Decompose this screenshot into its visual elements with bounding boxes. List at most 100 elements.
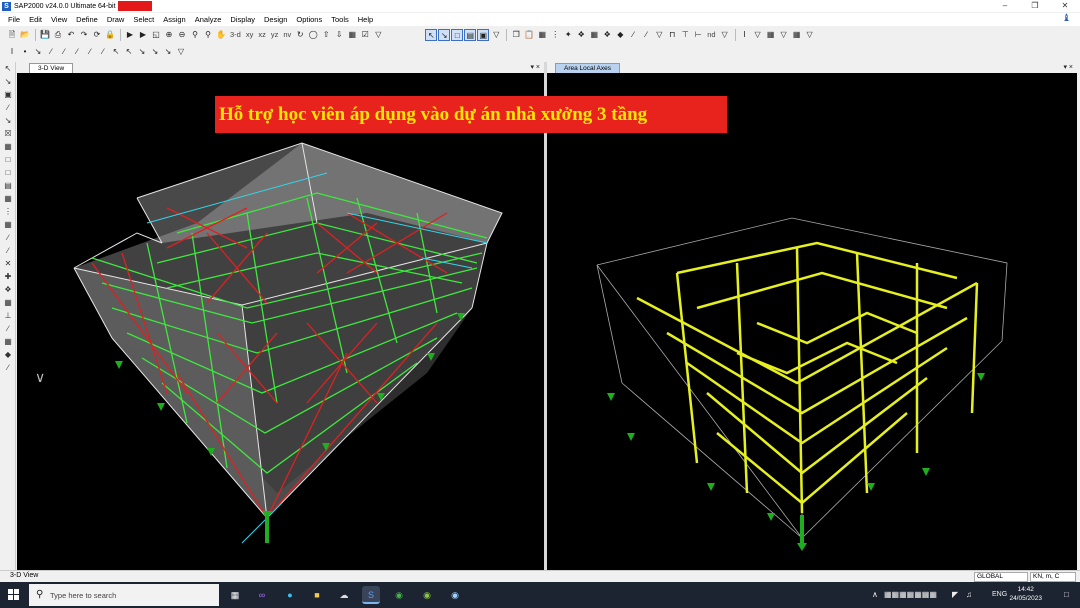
paste-icon[interactable]: 📋 — [523, 29, 535, 41]
menu-display[interactable]: Display — [230, 15, 255, 24]
snap-to-ends-icon[interactable]: ❖ — [2, 284, 14, 296]
display-grid-icon[interactable]: ▦ — [765, 29, 777, 41]
draw-cable-icon[interactable]: ∕ — [58, 46, 70, 58]
previous-selection-icon[interactable]: ↘ — [162, 46, 174, 58]
zalo-icon[interactable]: ◉ — [446, 586, 464, 604]
zoom-in-icon[interactable]: ⊕ — [163, 29, 175, 41]
menu-define[interactable]: Define — [76, 15, 98, 24]
save-icon[interactable]: 💾 — [39, 29, 51, 41]
language-indicator[interactable]: ENG — [992, 582, 1007, 608]
draw-rect-area-icon[interactable]: □ — [2, 167, 14, 179]
chevron-left-icon[interactable]: ∨ — [35, 369, 45, 386]
view-yz-button[interactable]: yz — [269, 29, 281, 41]
grid-icon[interactable]: ▦ — [588, 29, 600, 41]
align-icon[interactable]: ⋮ — [549, 29, 561, 41]
tray-app-icons[interactable]: ▦▦▦▦▦▦▦ — [884, 582, 937, 608]
select-pointer-icon[interactable]: ↖ — [425, 28, 438, 41]
run-now-icon[interactable]: ▶ — [137, 29, 149, 41]
undo-icon[interactable]: ↶ — [65, 29, 77, 41]
select-all-tool-icon[interactable]: ▦ — [2, 219, 14, 231]
quick-draw-icon[interactable]: ▤ — [464, 28, 477, 41]
taskbar-search-box[interactable]: ⚲ Type here to search — [29, 584, 219, 606]
draw-joint-icon[interactable]: ▣ — [2, 89, 14, 101]
lock-icon[interactable]: 🔒 — [104, 29, 116, 41]
reshaper-icon[interactable]: ↘ — [2, 76, 14, 88]
view-xy-button[interactable]: xy — [244, 29, 256, 41]
zoom-previous-icon[interactable]: ⚲ — [202, 29, 214, 41]
close-button[interactable]: ✕ — [1050, 0, 1080, 12]
menu-file[interactable]: File — [8, 15, 20, 24]
left-pane-controls[interactable]: ▾ × — [530, 62, 540, 73]
snap-icon[interactable]: ❖ — [601, 29, 613, 41]
wifi-icon[interactable]: ◤ — [952, 582, 958, 608]
select-all-icon[interactable]: ↘ — [136, 46, 148, 58]
view-xz-button[interactable]: xz — [256, 29, 268, 41]
draw-bracing-tool-icon[interactable]: ↘ — [2, 115, 14, 127]
up-one-level-icon[interactable]: ⇧ — [320, 29, 332, 41]
zoom-fit-icon[interactable]: ⚲ — [189, 29, 201, 41]
new-model-icon[interactable]: 🗎 — [6, 29, 18, 41]
notification-icon[interactable]: □ — [1064, 582, 1069, 608]
snap-to-points-icon[interactable]: ✚ — [2, 271, 14, 283]
draw-frame-tool-icon[interactable]: ∕ — [2, 102, 14, 114]
menu-options[interactable]: Options — [296, 15, 322, 24]
windows-start-icon[interactable] — [8, 589, 20, 601]
split-icon[interactable]: ❖ — [575, 29, 587, 41]
draw-brace-icon[interactable]: ↘ — [32, 46, 44, 58]
snap-perpendicular-icon[interactable]: ⊥ — [2, 310, 14, 322]
tab-area-local-axes[interactable]: Area Local Axes — [555, 63, 620, 73]
snap-more-icon[interactable]: ∕ — [2, 362, 14, 374]
zoom-out-icon[interactable]: ⊖ — [176, 29, 188, 41]
layout-dropdown[interactable]: ▽ — [804, 29, 816, 41]
view-nv-button[interactable]: nv — [281, 29, 293, 41]
file-explorer-icon[interactable]: ■ — [308, 586, 326, 604]
task-view-icon[interactable]: ▦ — [226, 586, 244, 604]
visual-studio-icon[interactable]: ∞ — [253, 586, 271, 604]
text-cursor-icon[interactable]: I — [739, 29, 751, 41]
intersecting-line-icon[interactable]: ✕ — [2, 258, 14, 270]
redo-icon[interactable]: ↷ — [78, 29, 90, 41]
draw-line-icon[interactable]: ∕ — [627, 29, 639, 41]
copy-icon[interactable]: ❐ — [510, 29, 522, 41]
menu-tools[interactable]: Tools — [331, 15, 349, 24]
more-tools-dropdown[interactable]: ▽ — [175, 46, 187, 58]
show-undeformed-icon[interactable]: ▦ — [346, 29, 358, 41]
quick-area-icon[interactable]: ▤ — [2, 180, 14, 192]
menu-select[interactable]: Select — [133, 15, 154, 24]
nd-label[interactable]: nd — [705, 29, 717, 41]
replicate-icon[interactable]: ▦ — [536, 29, 548, 41]
down-one-level-icon[interactable]: ⇩ — [333, 29, 345, 41]
menu-view[interactable]: View — [51, 15, 67, 24]
deselect-icon[interactable]: ↖ — [123, 46, 135, 58]
cloud-app-icon[interactable]: ☁ — [335, 586, 353, 604]
menu-assign[interactable]: Assign — [163, 15, 186, 24]
draw-x-brace-icon[interactable]: ☒ — [2, 128, 14, 140]
quick-frame-icon[interactable]: ▦ — [2, 141, 14, 153]
draw-frame-icon[interactable]: □ — [451, 28, 464, 41]
viewport-3d-view[interactable]: ∨ — [17, 73, 544, 570]
draw-poly-area-icon[interactable]: □ — [2, 154, 14, 166]
edge-icon[interactable]: ● — [281, 586, 299, 604]
user-help-icon[interactable]: ♝ — [1062, 14, 1072, 24]
menu-analyze[interactable]: Analyze — [195, 15, 222, 24]
display-grid-dropdown[interactable]: ▽ — [778, 29, 790, 41]
refresh-icon[interactable]: ⟳ — [91, 29, 103, 41]
text-dropdown[interactable]: ▽ — [752, 29, 764, 41]
perspective-icon[interactable]: ◯ — [307, 29, 319, 41]
draw-beam-icon[interactable]: ∕ — [45, 46, 57, 58]
display-options-icon[interactable]: ☑ — [359, 29, 371, 41]
frame-section-icon[interactable]: ⊓ — [666, 29, 678, 41]
rotate-icon[interactable]: ↻ — [294, 29, 306, 41]
reshape-icon[interactable]: ↘ — [438, 28, 451, 41]
draw-point-icon[interactable]: • — [19, 46, 31, 58]
menu-edit[interactable]: Edit — [29, 15, 42, 24]
layout-icon[interactable]: ▦ — [791, 29, 803, 41]
volume-icon[interactable]: ♫ — [966, 582, 972, 608]
open-icon[interactable]: 📂 — [19, 29, 31, 41]
restraint-icon[interactable]: ⊤ — [679, 29, 691, 41]
merge-icon[interactable]: ✦ — [562, 29, 574, 41]
draw-polyline-icon[interactable]: ∕ — [640, 29, 652, 41]
snap-options-icon[interactable]: ◆ — [614, 29, 626, 41]
intersect-icon[interactable]: ↘ — [149, 46, 161, 58]
draw-solid-icon[interactable]: ∕ — [97, 46, 109, 58]
